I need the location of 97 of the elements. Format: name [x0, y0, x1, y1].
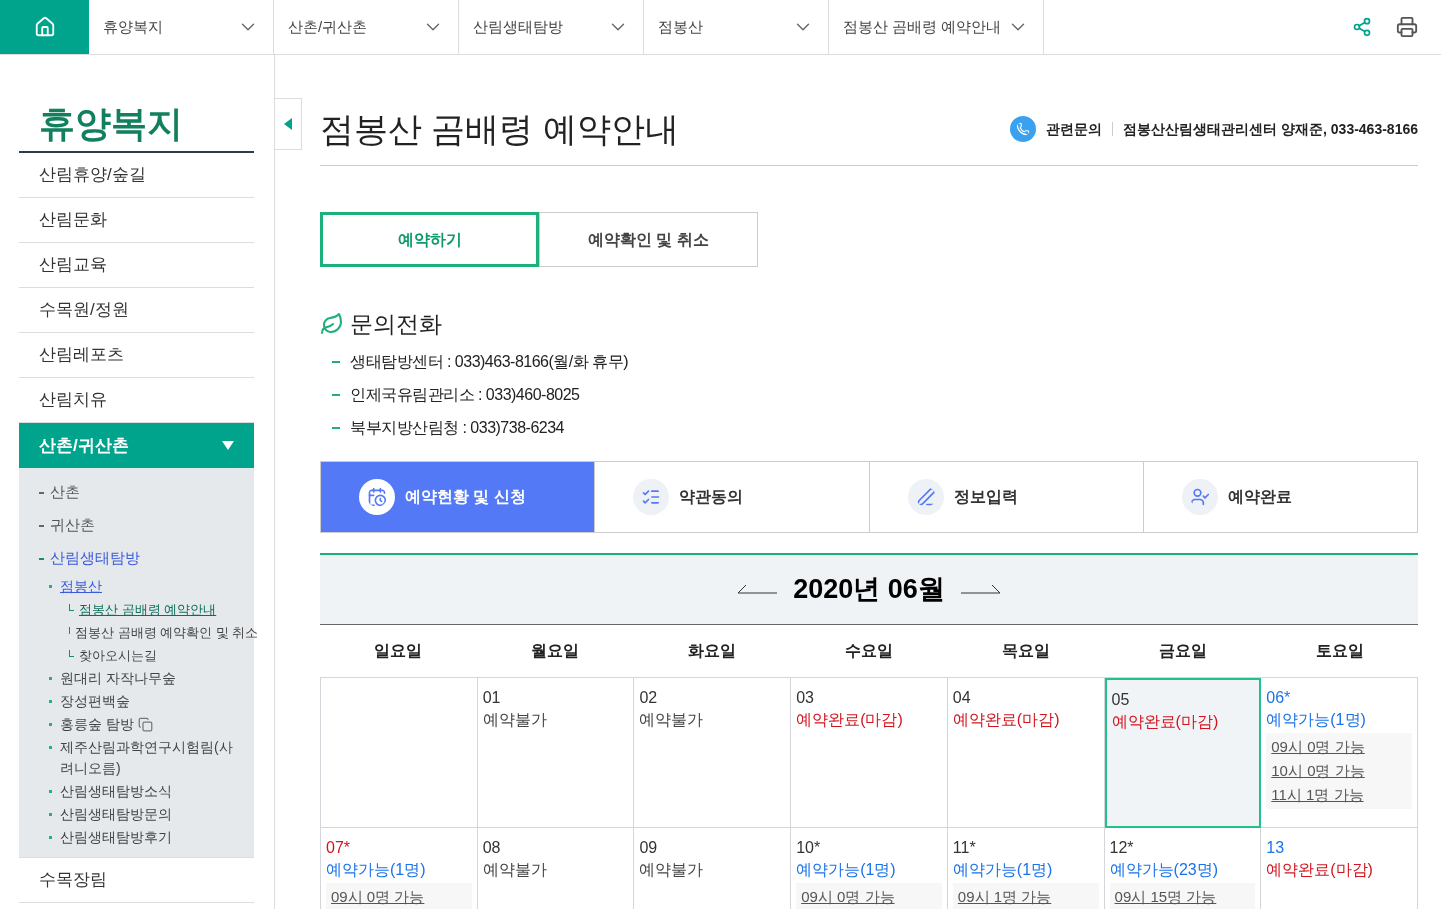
day-number: 13 [1266, 837, 1286, 858]
collapse-tab[interactable] [275, 98, 302, 150]
sidebar-item[interactable]: 수목원/정원 [19, 288, 254, 333]
weekday-header: 일요일 [373, 640, 424, 661]
time-slot-link[interactable]: 09시 0명 가능 [1271, 734, 1407, 759]
submenu-link[interactable]: 제주산림과학연구시험림(사려니오름) [60, 737, 234, 779]
sidebar-item[interactable]: 수목장림 [19, 858, 254, 903]
weekday-header: 월요일 [530, 640, 581, 661]
day-number: 04 [952, 687, 972, 708]
month-title: 2020년 06월 [793, 572, 945, 606]
sidebar-item[interactable]: 산림레포츠 [19, 333, 254, 378]
day-status: 예약가능(1명) [1266, 709, 1367, 730]
day-number: 08 [482, 837, 502, 858]
sidebar-item[interactable]: 산림휴양/숲길 [19, 153, 254, 198]
weekday-header: 화요일 [687, 640, 738, 661]
day-status: 예약가능(1명) [796, 859, 897, 880]
step-label: 예약완료 [1227, 486, 1292, 507]
weekday-header: 목요일 [1000, 640, 1051, 661]
nav-dropdown[interactable]: 점봉산 [644, 0, 829, 54]
nav-dropdown[interactable]: 점봉산 곰배령 예약안내 [829, 0, 1045, 54]
submenu-link[interactable]: 찾아오시는길 [79, 645, 157, 666]
day-number: 11* [952, 837, 977, 858]
submenu-link[interactable]: 산림생태탐방소식 [60, 781, 172, 802]
calendar-day[interactable]: 12* 예약가능(23명) 09시 15명 가능 [1104, 827, 1262, 909]
calendar-day[interactable]: 04 예약완료(마감) [947, 677, 1105, 828]
day-status: 예약완료(마감) [952, 709, 1061, 730]
weekday-header: 토요일 [1314, 640, 1365, 661]
day-status: 예약불가 [639, 859, 705, 880]
day-number: 05 [1111, 689, 1131, 710]
page-title: 점봉산 곰배령 예약안내 [320, 109, 679, 150]
weekday-header: 금요일 [1157, 640, 1208, 661]
section-heading: 문의전화 [350, 310, 442, 339]
phone-line: 북부지방산림청 : 033)738-6234 [350, 418, 564, 438]
day-number: 10* [796, 837, 822, 858]
sidebar-title: 휴양복지 [19, 99, 254, 153]
step-label: 정보입력 [953, 486, 1018, 507]
day-status: 예약완료(마감) [1266, 859, 1374, 880]
submenu-item[interactable]: 귀산촌 [50, 514, 95, 537]
step-label: 약관동의 [679, 486, 744, 507]
submenu-link[interactable]: 홍릉숲 탐방 [60, 714, 134, 735]
calendar-day[interactable]: 09 예약불가 [634, 827, 792, 909]
calendar-day[interactable]: 13 예약완료(마감) [1261, 827, 1418, 909]
day-number: 09 [639, 837, 659, 858]
tab[interactable]: 예약확인 및 취소 [539, 212, 758, 267]
submenu-link[interactable]: 산림생태탐방문의 [60, 804, 172, 825]
phone-line: 생태탐방센터 : 033)463-8166(월/화 휴무) [350, 352, 629, 372]
day-status: 예약가능(1명) [326, 859, 427, 880]
home-icon [33, 16, 56, 38]
day-number: 03 [796, 687, 815, 708]
day-status: 예약완료(마감) [796, 709, 904, 730]
phone-icon [1010, 116, 1037, 142]
share-icon [1352, 17, 1372, 37]
day-status: 예약불가 [639, 709, 705, 730]
calendar-day[interactable]: 03 예약완료(마감) [791, 677, 948, 828]
time-slot-link[interactable]: 11시 1명 가능 [1271, 782, 1407, 807]
submenu-item[interactable]: 산림생태탐방 [50, 547, 140, 570]
new-window-icon [137, 717, 153, 732]
day-number: 06* [1266, 687, 1292, 708]
calendar-day[interactable]: 08 예약불가 [477, 827, 635, 909]
submenu-link[interactable]: 장성편백숲 [60, 691, 130, 712]
contact-text: 점봉산산림생태관리센터 양재준, 033-463-8166 [1123, 119, 1418, 139]
submenu-item[interactable]: 산촌 [50, 481, 80, 504]
step-label: 예약현황 및 신청 [405, 486, 526, 507]
calendar-day[interactable]: 11* 예약가능(1명) 09시 1명 가능 [947, 827, 1105, 909]
tab[interactable]: 예약하기 [320, 212, 539, 267]
calendar-day[interactable]: 06* 예약가능(1명) 09시 0명 가능 10시 0명 가능 11시 1명 가능 [1261, 677, 1418, 828]
weekday-header: 수요일 [844, 640, 894, 661]
submenu-link[interactable]: 점봉산 곰배령 예약확인 및 취소 [75, 622, 259, 643]
leaf-icon [320, 312, 344, 337]
submenu-link[interactable]: 점봉산 곰배령 예약안내 [79, 599, 217, 620]
contact-label: 관련문의 [1046, 119, 1103, 139]
day-number: 02 [639, 687, 659, 708]
print-icon [1396, 16, 1418, 38]
day-status: 예약가능(1명) [952, 859, 1054, 880]
phone-line: 인제국유림관리소 : 033)460-8025 [350, 385, 580, 405]
nav-dropdown[interactable]: 산촌/귀산촌 [274, 0, 459, 54]
sidebar-item[interactable]: 산림교육 [19, 243, 254, 288]
day-status: 예약완료(마감) [1111, 711, 1220, 732]
calendar-day[interactable]: 01 예약불가 [477, 677, 635, 828]
submenu-link[interactable]: 원대리 자작나무숲 [60, 668, 176, 689]
home-button[interactable] [0, 0, 89, 54]
day-status: 예약가능(23명) [1109, 859, 1219, 880]
nav-dropdown[interactable]: 휴양복지 [89, 0, 274, 54]
day-status: 예약불가 [482, 859, 548, 880]
submenu-link[interactable]: 점봉산 [60, 576, 102, 597]
time-slot-link[interactable]: 10시 0명 가능 [1271, 758, 1407, 783]
day-number: 12* [1109, 837, 1135, 858]
day-status: 예약불가 [482, 709, 548, 730]
submenu-link[interactable]: 산림생태탐방후기 [60, 827, 172, 848]
day-number: 01 [482, 687, 502, 708]
calendar-day[interactable]: 07* 예약가능(1명) 09시 0명 가능 [321, 827, 478, 909]
calendar-day[interactable]: 05 예약완료(마감) [1104, 677, 1262, 828]
sidebar-item[interactable]: 산림문화 [19, 198, 254, 243]
nav-dropdown[interactable]: 산림생태탐방 [459, 0, 644, 54]
day-number: 07* [326, 837, 352, 858]
calendar-day[interactable]: 10* 예약가능(1명) 09시 0명 가능 [791, 827, 948, 909]
calendar-day[interactable]: 02 예약불가 [634, 677, 792, 828]
